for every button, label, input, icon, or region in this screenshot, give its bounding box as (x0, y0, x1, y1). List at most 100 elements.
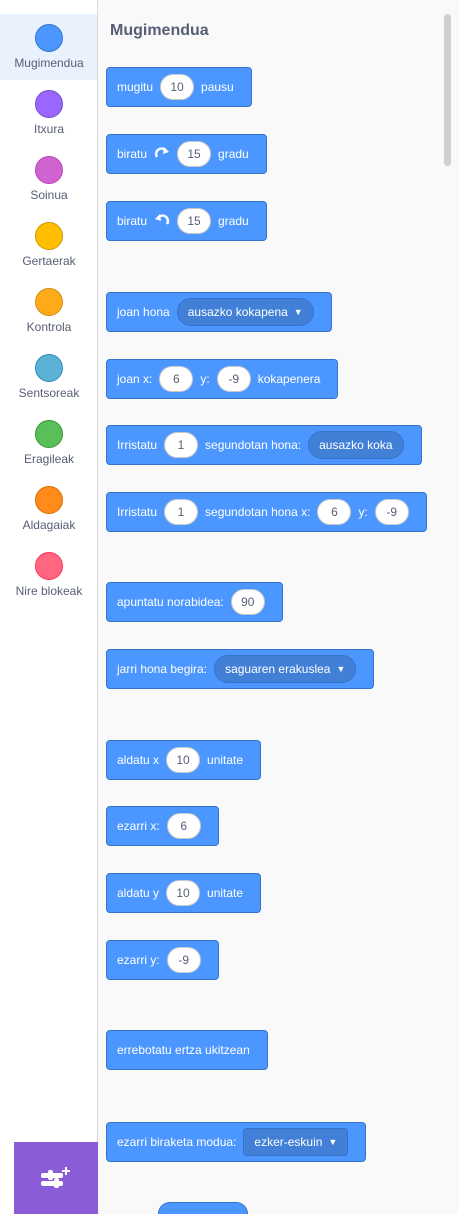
variables-dot-icon (35, 486, 63, 514)
rotation-style-block[interactable]: ezarri biraketa modua: ezker-eskuin ▼ (106, 1122, 367, 1162)
seconds-input[interactable]: 1 (164, 432, 199, 458)
category-sensing[interactable]: Sentsoreak (0, 344, 97, 410)
category-label: Sentsoreak (18, 386, 80, 400)
x-input[interactable]: 6 (159, 366, 194, 392)
motion-dot-icon (35, 24, 63, 52)
block-text: jarri hona begira: (117, 662, 208, 676)
change-x-block[interactable]: aldatu x 10 unitate (106, 740, 262, 780)
category-label: Mugimendua (14, 56, 84, 70)
block-text: biratu (117, 147, 148, 161)
rotate-left-icon (155, 214, 170, 225)
block-text: ezarri x: (117, 819, 160, 833)
dropdown-value: saguaren erakuslea (225, 662, 331, 676)
block-text: Irristatu (117, 505, 158, 519)
category-my-blocks[interactable]: Nire blokeak (0, 542, 97, 608)
category-label: Soinua (30, 188, 68, 202)
category-label: Nire blokeak (15, 584, 83, 598)
block-text: joan hona (117, 305, 170, 319)
dropdown-value: ezker-eskuin (254, 1135, 323, 1149)
block-text: segundotan hona x: (205, 505, 311, 519)
set-y-block[interactable]: ezarri y: -9 (106, 940, 219, 980)
caret-down-icon: ▼ (336, 664, 346, 674)
block-text: y: (358, 505, 368, 519)
turn-left-block[interactable]: biratu 15 gradu (106, 201, 267, 241)
turn-right-block[interactable]: biratu 15 gradu (106, 134, 267, 174)
category-label: Aldagaiak (22, 518, 76, 532)
block-palette: Mugimendua mugitu 10 pausu biratu 15 gra… (98, 0, 459, 1214)
category-sound[interactable]: Soinua (0, 146, 97, 212)
point-direction-block[interactable]: apuntatu norabidea: 90 (106, 582, 283, 622)
goto-block[interactable]: joan hona ausazko kokapena ▼ (106, 292, 332, 332)
change-y-block[interactable]: aldatu y 10 unitate (106, 873, 262, 913)
dx-input[interactable]: 10 (166, 747, 201, 773)
block-text: gradu (218, 147, 249, 161)
x-input[interactable]: 6 (317, 499, 352, 525)
block-text: apuntatu norabidea: (117, 595, 224, 609)
block-text: ezarri biraketa modua: (117, 1135, 237, 1149)
block-text: joan x: (117, 372, 153, 386)
add-extension-icon (41, 1167, 70, 1188)
towards-target-dropdown[interactable]: saguaren erakuslea ▼ (214, 655, 357, 683)
caret-down-icon: ▼ (328, 1137, 338, 1147)
block-text: aldatu x (117, 753, 160, 767)
block-text: Irristatu (117, 438, 158, 452)
block-text: ezarri y: (117, 953, 160, 967)
category-motion[interactable]: Mugimendua (0, 14, 97, 80)
rotate-right-icon (154, 147, 170, 158)
block-text: y: (200, 372, 210, 386)
looks-dot-icon (35, 90, 63, 118)
block-text: segundotan hona: (205, 438, 302, 452)
sensing-dot-icon (35, 354, 63, 382)
seconds-input[interactable]: 1 (164, 499, 199, 525)
palette-section-title: Mugimendua (110, 22, 209, 39)
category-control[interactable]: Kontrola (0, 278, 97, 344)
next-reporter-block-partial[interactable] (158, 1202, 248, 1214)
operators-dot-icon (35, 420, 63, 448)
block-text: pausu (201, 80, 234, 94)
category-label: Eragileak (23, 452, 75, 466)
sound-dot-icon (35, 156, 63, 184)
direction-input[interactable]: 90 (230, 589, 265, 615)
block-text: aldatu y (117, 886, 160, 900)
category-menu: Mugimendua Itxura Soinua Gertaerak Kontr… (0, 0, 98, 1214)
move-steps-block[interactable]: mugitu 10 pausu (106, 67, 252, 107)
rotation-style-dropdown[interactable]: ezker-eskuin ▼ (243, 1128, 349, 1156)
category-looks[interactable]: Itxura (0, 80, 97, 146)
palette-scrollbar[interactable] (444, 14, 451, 166)
category-label: Kontrola (26, 320, 72, 334)
goto-xy-block[interactable]: joan x: 6 y: -9 kokapenera (106, 359, 339, 399)
block-text: unitate (207, 753, 244, 767)
glide-to-block[interactable]: Irristatu 1 segundotan hona: ausazko kok… (106, 425, 422, 465)
glide-target-dropdown[interactable]: ausazko koka (308, 431, 404, 459)
x-input[interactable]: 6 (166, 813, 201, 839)
point-towards-block[interactable]: jarri hona begira: saguaren erakuslea ▼ (106, 649, 375, 689)
degrees-input[interactable]: 15 (177, 208, 212, 234)
add-extension-button[interactable] (14, 1142, 98, 1214)
events-dot-icon (35, 222, 63, 250)
caret-down-icon: ▼ (293, 307, 303, 317)
block-text: kokapenera (257, 372, 321, 386)
dy-input[interactable]: 10 (166, 880, 201, 906)
block-text: errebotatu ertza ukitzean (117, 1043, 250, 1057)
y-input[interactable]: -9 (216, 366, 251, 392)
block-text: gradu (218, 214, 249, 228)
my-blocks-dot-icon (35, 552, 63, 580)
dropdown-value: ausazko kokapena (187, 305, 288, 319)
control-dot-icon (35, 288, 63, 316)
degrees-input[interactable]: 15 (177, 141, 212, 167)
category-label: Itxura (33, 122, 64, 136)
category-variables[interactable]: Aldagaiak (0, 476, 97, 542)
set-x-block[interactable]: ezarri x: 6 (106, 806, 219, 846)
steps-input[interactable]: 10 (160, 74, 195, 100)
dropdown-value: ausazko koka (319, 438, 393, 452)
glide-xy-block[interactable]: Irristatu 1 segundotan hona x: 6 y: -9 (106, 492, 427, 532)
y-input[interactable]: -9 (374, 499, 409, 525)
block-text: unitate (207, 886, 244, 900)
category-label: Gertaerak (22, 254, 76, 268)
y-input[interactable]: -9 (166, 947, 201, 973)
bounce-on-edge-block[interactable]: errebotatu ertza ukitzean (106, 1030, 268, 1070)
block-text: mugitu (117, 80, 154, 94)
goto-target-dropdown[interactable]: ausazko kokapena ▼ (176, 298, 314, 326)
category-operators[interactable]: Eragileak (0, 410, 97, 476)
category-events[interactable]: Gertaerak (0, 212, 97, 278)
